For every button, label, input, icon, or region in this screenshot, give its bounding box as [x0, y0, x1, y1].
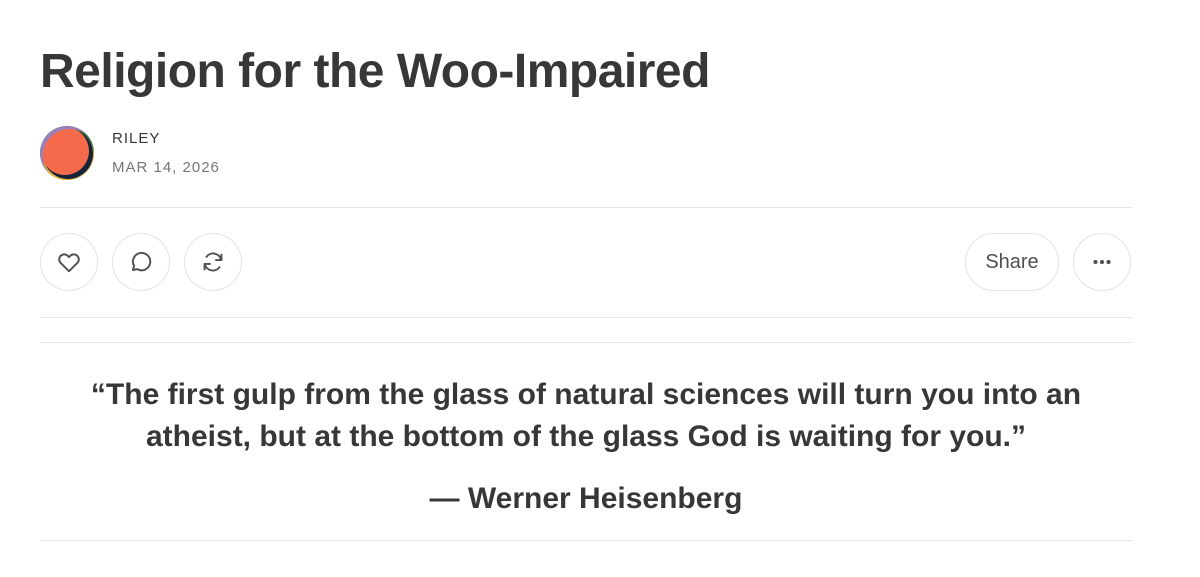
like-button[interactable] — [40, 233, 98, 291]
author-avatar[interactable] — [40, 126, 94, 180]
quote-attribution: — Werner Heisenberg — [429, 482, 743, 515]
avatar-highlight — [40, 126, 94, 180]
quote-line: “The first gulp from the glass of natura… — [90, 378, 1082, 411]
pull-quote: “The first gulp from the glass of natura… — [40, 374, 1132, 458]
more-icon — [1093, 259, 1111, 265]
heart-icon — [58, 253, 80, 273]
comment-button[interactable] — [112, 233, 170, 291]
comment-icon — [131, 252, 152, 272]
divider-actions — [40, 317, 1132, 318]
post-page: Religion for the Woo-Impaired RILEY MAR … — [40, 0, 1132, 577]
divider-bottom — [40, 540, 1132, 541]
author-name[interactable]: RILEY — [112, 130, 160, 147]
divider-body — [40, 342, 1132, 343]
more-button[interactable] — [1073, 233, 1131, 291]
restack-icon — [203, 252, 223, 272]
post-date: MAR 14, 2026 — [112, 159, 220, 176]
divider-top — [40, 207, 1132, 208]
quote-line: atheist, but at the bottom of the glass … — [145, 420, 1027, 453]
post-title: Religion for the Woo-Impaired — [40, 45, 710, 98]
byline: RILEY MAR 14, 2026 — [40, 124, 440, 182]
share-button[interactable]: Share — [965, 233, 1059, 291]
restack-button[interactable] — [184, 233, 242, 291]
